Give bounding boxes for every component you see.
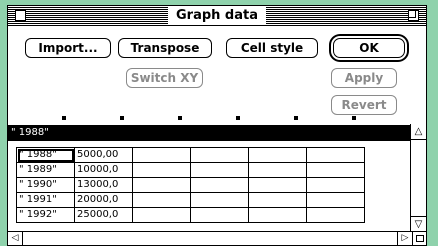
value-cell[interactable]: 13000,0: [74, 177, 133, 193]
column-marker[interactable]: [294, 116, 298, 120]
empty-cell[interactable]: [306, 207, 365, 223]
table-row: " 1991" 20000,0: [16, 192, 365, 208]
revert-button[interactable]: Revert: [331, 95, 397, 115]
import-button[interactable]: Import...: [25, 38, 111, 58]
zoom-box-icon[interactable]: [408, 10, 419, 21]
apply-button[interactable]: Apply: [331, 68, 397, 88]
empty-cell[interactable]: [248, 162, 307, 178]
empty-cell[interactable]: [190, 192, 249, 208]
row-label-cell[interactable]: " 1988": [16, 147, 75, 163]
arrow-down-icon[interactable]: ▽: [411, 216, 426, 232]
cell-style-button[interactable]: Cell style: [226, 38, 318, 58]
data-table: " 1988" 5000,00 " 1989" 10000,0 " 1990" …: [16, 147, 365, 223]
empty-cell[interactable]: [306, 147, 365, 163]
vertical-scrollbar[interactable]: △ ▽: [410, 124, 426, 232]
table-row: " 1990" 13000,0: [16, 177, 365, 193]
arrow-up-icon[interactable]: △: [411, 124, 426, 140]
ok-button[interactable]: OK: [333, 38, 405, 58]
empty-cell[interactable]: [190, 207, 249, 223]
empty-cell[interactable]: [306, 192, 365, 208]
row-label-cell[interactable]: " 1992": [16, 207, 75, 223]
column-marker[interactable]: [236, 116, 240, 120]
value-cell[interactable]: 25000,0: [74, 207, 133, 223]
close-box-icon[interactable]: [15, 10, 26, 21]
row-label-cell[interactable]: " 1990": [16, 177, 75, 193]
empty-cell[interactable]: [132, 162, 191, 178]
empty-cell[interactable]: [248, 177, 307, 193]
arrow-right-icon[interactable]: ▷: [397, 232, 412, 245]
switch-xy-button[interactable]: Switch XY: [126, 68, 203, 88]
column-marker[interactable]: [120, 116, 124, 120]
empty-cell[interactable]: [248, 207, 307, 223]
table-row: " 1989" 10000,0: [16, 162, 365, 178]
row-label-cell[interactable]: " 1991": [16, 192, 75, 208]
empty-cell[interactable]: [248, 192, 307, 208]
value-cell[interactable]: 10000,0: [74, 162, 133, 178]
graph-data-window: Graph data Import... Transpose Cell styl…: [7, 5, 427, 246]
title-bar[interactable]: Graph data: [8, 6, 426, 26]
column-marker[interactable]: [178, 116, 182, 120]
empty-cell[interactable]: [132, 177, 191, 193]
window-title: Graph data: [167, 7, 267, 24]
empty-cell[interactable]: [306, 162, 365, 178]
empty-cell[interactable]: [132, 147, 191, 163]
horizontal-scrollbar[interactable]: ◁ ▷: [8, 231, 426, 245]
column-marker[interactable]: [352, 116, 356, 120]
value-cell[interactable]: 5000,00: [74, 147, 133, 163]
empty-cell[interactable]: [132, 207, 191, 223]
empty-cell[interactable]: [190, 162, 249, 178]
arrow-left-icon[interactable]: ◁: [8, 232, 23, 245]
column-marker[interactable]: [62, 116, 66, 120]
table-row: " 1988" 5000,00: [16, 147, 365, 163]
row-label-cell[interactable]: " 1989": [16, 162, 75, 178]
transpose-button[interactable]: Transpose: [118, 38, 212, 58]
column-markers: [8, 116, 426, 122]
table-row: " 1992" 25000,0: [16, 207, 365, 223]
empty-cell[interactable]: [190, 177, 249, 193]
cell-edit-line[interactable]: " 1988": [8, 125, 411, 141]
empty-cell[interactable]: [306, 177, 365, 193]
size-box-icon[interactable]: [412, 232, 426, 245]
empty-cell[interactable]: [190, 147, 249, 163]
empty-cell[interactable]: [132, 192, 191, 208]
empty-cell[interactable]: [248, 147, 307, 163]
value-cell[interactable]: 20000,0: [74, 192, 133, 208]
